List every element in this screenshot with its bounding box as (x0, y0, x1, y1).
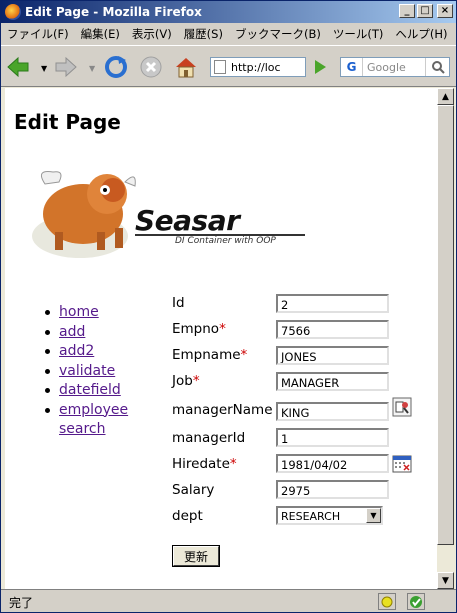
nav-link-home[interactable]: home (59, 304, 99, 320)
nav-item-datefield: datefield (45, 381, 125, 401)
address-bar[interactable]: http://loc (210, 57, 306, 77)
window-title: Edit Page - Mozilla Firefox (25, 5, 202, 19)
back-button[interactable] (5, 54, 31, 80)
page-content: Edit Page Seasar DI Container with OOP h… (5, 88, 437, 589)
update-button[interactable]: 更新 (172, 545, 220, 567)
scroll-thumb[interactable] (437, 105, 454, 545)
required-mark: * (229, 456, 237, 472)
search-bar[interactable]: G Google (340, 57, 450, 77)
title-bar: Edit Page - Mozilla Firefox _ □ × (1, 1, 456, 23)
field-label-dept: dept (172, 508, 203, 524)
dept-selected-value: RESEARCH (281, 510, 341, 523)
nav-item-add2: add2 (45, 342, 125, 362)
minimize-button[interactable]: _ (399, 4, 415, 18)
nav-item-home: home (45, 303, 125, 323)
page-title: Edit Page (14, 110, 121, 134)
required-mark: * (240, 347, 248, 363)
menu-file[interactable]: ファイル(F) (1, 26, 75, 42)
logo-underline (135, 234, 305, 236)
hiredate-field[interactable]: 1981/04/02 (276, 454, 389, 473)
menu-help[interactable]: ヘルプ(H) (389, 26, 453, 42)
field-label-empno: Empno* (172, 321, 226, 337)
nav-item-employee-search: employee search (45, 401, 128, 440)
field-label-salary: Salary (172, 482, 215, 498)
home-icon (176, 58, 196, 78)
menu-bar: ファイル(F) 編集(E) 表示(V) 履歴(S) ブックマーク(B) ツール(… (1, 23, 456, 45)
reload-icon (105, 56, 127, 78)
go-button[interactable] (307, 54, 333, 80)
reload-button[interactable] (103, 54, 129, 80)
required-mark: * (192, 373, 200, 389)
navigation-toolbar: ▼ ▼ http://loc G Google (1, 45, 456, 87)
scroll-up-icon[interactable]: ▲ (437, 88, 454, 105)
stop-icon (140, 56, 162, 78)
empno-field[interactable]: 7566 (276, 320, 389, 339)
job-field[interactable]: MANAGER (276, 372, 389, 391)
forward-dropdown-icon[interactable]: ▼ (89, 64, 95, 73)
status-text: 完了 (9, 596, 34, 610)
empname-field[interactable]: JONES (276, 346, 389, 365)
field-label-id: Id (172, 295, 185, 311)
search-engine-icon[interactable]: G (341, 58, 363, 76)
field-label-manager-id: managerId (172, 430, 246, 446)
maximize-button[interactable]: □ (417, 4, 433, 18)
field-label-manager-name: managerName (172, 402, 273, 418)
forward-button[interactable] (53, 54, 79, 80)
stop-button[interactable] (138, 54, 164, 80)
seasar-logo: Seasar DI Container with OOP (25, 164, 315, 274)
search-icon[interactable] (425, 58, 449, 76)
nav-item-add: add (45, 323, 125, 343)
dept-select[interactable]: RESEARCH ▼ (276, 506, 383, 525)
vertical-scrollbar[interactable]: ▲ ▼ (437, 88, 454, 589)
logo-wordmark: Seasar (135, 204, 240, 237)
back-arrow-icon (7, 56, 29, 78)
manager-name-field[interactable]: KING (276, 402, 389, 421)
nav-link-datefield[interactable]: datefield (59, 382, 121, 398)
page-icon (214, 60, 226, 74)
manager-id-field[interactable]: 1 (276, 428, 389, 447)
menu-history[interactable]: 履歴(S) (178, 26, 229, 42)
logo-tagline: DI Container with OOP (175, 236, 276, 246)
search-input[interactable]: Google (363, 61, 425, 74)
menu-bookmarks[interactable]: ブックマーク(B) (229, 26, 327, 42)
close-button[interactable]: × (437, 4, 453, 18)
address-text: http://loc (231, 60, 281, 74)
menu-view[interactable]: 表示(V) (126, 26, 178, 42)
nav-item-validate: validate (45, 362, 125, 382)
nav-link-add[interactable]: add (59, 324, 85, 340)
nav-link-validate[interactable]: validate (59, 363, 115, 379)
salary-field[interactable]: 2975 (276, 480, 389, 499)
menu-edit[interactable]: 編集(E) (75, 26, 126, 42)
home-button[interactable] (173, 54, 199, 80)
security-ok-icon[interactable] (407, 593, 425, 610)
field-label-empname: Empname* (172, 347, 248, 363)
go-arrow-icon (315, 60, 326, 74)
calendar-icon[interactable] (392, 454, 412, 474)
manager-search-icon[interactable] (392, 397, 412, 417)
status-bar: 完了 (1, 589, 456, 612)
forward-arrow-icon (55, 56, 77, 78)
scroll-down-icon[interactable]: ▼ (437, 572, 454, 589)
field-label-hiredate: Hiredate* (172, 456, 237, 472)
chevron-down-icon[interactable]: ▼ (366, 508, 381, 523)
required-mark: * (219, 321, 226, 337)
firefox-icon (5, 4, 21, 20)
field-label-job: Job* (172, 373, 200, 389)
addon-status-icon[interactable] (378, 593, 396, 610)
back-dropdown-icon[interactable]: ▼ (41, 64, 47, 73)
menu-tools[interactable]: ツール(T) (327, 26, 390, 42)
id-field[interactable]: 2 (276, 294, 389, 313)
nav-link-add2[interactable]: add2 (59, 343, 94, 359)
side-nav: home add add2 validate datefield employe… (45, 303, 128, 440)
browser-window: Edit Page - Mozilla Firefox _ □ × ファイル(F… (0, 0, 457, 613)
nav-link-employee-search[interactable]: employee search (59, 402, 128, 438)
